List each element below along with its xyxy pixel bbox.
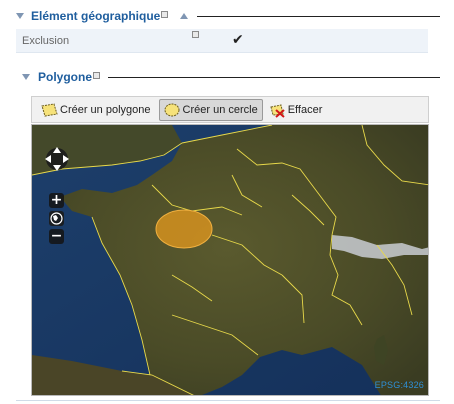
help-square-icon[interactable] [93, 71, 101, 79]
exclusion-row: Exclusion ✔ [16, 29, 428, 53]
create-circle-label: Créer un cercle [182, 103, 258, 116]
map-attribution: EPSG:4326 [374, 380, 424, 390]
drawn-circle-feature[interactable] [155, 209, 213, 249]
section-title-polygon: Polygone [38, 70, 93, 84]
exclusion-label: Exclusion [22, 35, 70, 47]
polygon-icon [41, 102, 58, 117]
create-polygon-label: Créer un polygone [60, 103, 151, 116]
exclusion-checkbox[interactable]: ✔ [232, 32, 244, 48]
erase-button[interactable]: Effacer [266, 99, 328, 121]
help-square-icon[interactable] [161, 10, 169, 18]
bottom-divider [16, 400, 440, 401]
zoom-in-button[interactable]: + [49, 193, 64, 208]
section-title-geographic-element: Elément géographique [31, 9, 161, 23]
zoom-out-button[interactable]: − [49, 229, 64, 244]
circle-icon [164, 103, 180, 116]
section-divider [197, 16, 440, 17]
section-divider [108, 77, 440, 78]
world-extent-icon[interactable] [49, 211, 64, 226]
section-header-geographic-element: Elément géographique [0, 5, 189, 27]
expand-up-arrow-icon[interactable] [180, 13, 189, 19]
map-draw-toolbar: Créer un polygone Créer un cercle Efface… [31, 96, 429, 123]
create-polygon-button[interactable]: Créer un polygone [36, 99, 156, 121]
collapse-arrow-icon[interactable] [16, 13, 24, 19]
erase-label: Effacer [287, 103, 323, 116]
create-circle-button[interactable]: Créer un cercle [158, 98, 263, 121]
erase-icon [270, 103, 285, 118]
help-square-icon[interactable] [192, 31, 199, 38]
section-header-polygon: Polygone [0, 66, 101, 88]
satellite-map[interactable]: + − EPSG:4326 [31, 124, 429, 396]
map-canvas[interactable] [32, 125, 429, 396]
collapse-arrow-icon[interactable] [22, 74, 30, 80]
